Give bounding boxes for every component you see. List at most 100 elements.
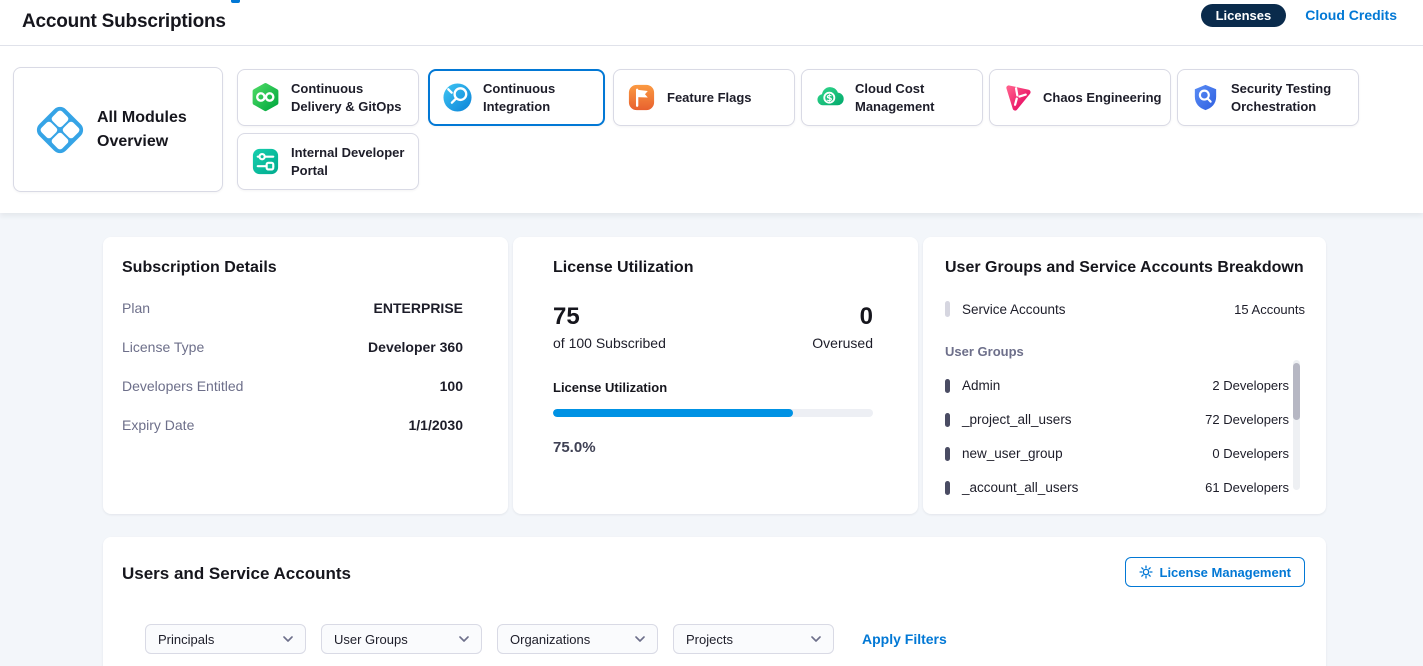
organizations-filter-dropdown[interactable]: Organizations [497,624,658,654]
user-group-value: 0 Developers [1212,446,1289,461]
apply-filters-link[interactable]: Apply Filters [862,631,947,647]
module-card-label: Chaos Engineering [1043,89,1169,107]
license-management-label: License Management [1160,565,1292,580]
used-column: 75 of 100 Subscribed [553,304,666,351]
license-utilization-bar-fill [553,409,793,417]
user-group-value: 72 Developers [1205,412,1289,427]
chevron-down-icon [635,636,645,642]
module-card-idp[interactable]: Internal Developer Portal [237,133,419,190]
detail-row-license-type: License Type Developer 360 [122,339,463,355]
filters-row: Principals User Groups Organizations Pro… [145,624,1305,654]
nav-active-indicator [231,0,240,3]
detail-row-developers-entitled: Developers Entitled 100 [122,378,463,394]
filter-label: Projects [686,632,733,647]
license-utilization-title: License Utilization [553,259,873,277]
license-utilization-bar [553,409,873,417]
module-card-label: Security Testing Orchestration [1231,80,1358,115]
service-accounts-row: Service Accounts 15 Accounts [945,301,1305,317]
utilization-numbers: 75 of 100 Subscribed 0 Overused [553,304,873,351]
service-accounts-value: 15 Accounts [1234,302,1305,317]
breakdown-card: User Groups and Service Accounts Breakdo… [923,237,1326,514]
module-card-label: Continuous Delivery & GitOps [291,80,418,115]
users-section-title: Users and Service Accounts [122,564,351,584]
module-card-chaos[interactable]: Chaos Engineering [989,69,1171,126]
detail-value: Developer 360 [368,339,463,355]
user-group-row: new_user_group 0 Developers [945,446,1305,461]
utilization-bar-label: License Utilization [553,380,873,395]
detail-value: ENTERPRISE [374,300,463,316]
users-and-service-accounts-card: Users and Service Accounts License Manag… [103,537,1326,666]
service-accounts-label: Service Accounts [962,302,1066,317]
detail-value: 100 [440,378,463,394]
page-title: Account Subscriptions [22,11,226,33]
chevron-down-icon [459,636,469,642]
breakdown-scrollbar-thumb[interactable] [1293,363,1300,420]
principals-filter-dropdown[interactable]: Principals [145,624,306,654]
chevron-down-icon [283,636,293,642]
overused-count: 0 [812,304,873,330]
user-group-row: _account_all_users 61 Developers [945,480,1305,495]
detail-row-expiry-date: Expiry Date 1/1/2030 [122,417,463,433]
module-selector-bar: All Modules Overview Continuous Delivery… [0,46,1423,213]
module-card-label: Internal Developer Portal [291,144,418,179]
subscription-details-card: Subscription Details Plan ENTERPRISE Lic… [103,237,508,514]
ci-module-icon [442,82,473,113]
user-group-name: _project_all_users [962,412,1072,427]
utilization-percent: 75.0% [553,439,873,456]
cd-module-icon [250,82,281,113]
module-card-ccm[interactable]: $ Cloud Cost Management [801,69,983,126]
detail-value: 1/1/2030 [409,417,464,433]
module-card-label: Feature Flags [667,89,760,107]
filter-label: User Groups [334,632,408,647]
users-section-header: Users and Service Accounts License Manag… [122,557,1305,587]
module-card-ff[interactable]: Feature Flags [613,69,795,126]
detail-label: Expiry Date [122,417,194,433]
user-group-row: Admin 2 Developers [945,378,1305,393]
feature-flags-module-icon [626,82,657,113]
gear-icon [1139,565,1153,579]
overused-caption: Overused [812,335,873,351]
module-card-sto[interactable]: Security Testing Orchestration [1177,69,1359,126]
filter-label: Organizations [510,632,590,647]
detail-row-plan: Plan ENTERPRISE [122,300,463,316]
used-count: 75 [553,304,666,330]
page-header: Account Subscriptions Licenses Cloud Cre… [0,0,1423,46]
chaos-module-icon [1002,82,1033,113]
module-card-label: Continuous Integration [483,80,603,115]
filter-label: Principals [158,632,214,647]
user-group-row: _project_all_users 72 Developers [945,412,1305,427]
license-management-button[interactable]: License Management [1125,557,1306,587]
harness-logo-icon [36,106,84,154]
projects-filter-dropdown[interactable]: Projects [673,624,834,654]
user-group-marker [945,413,950,427]
cloud-credits-tab[interactable]: Cloud Credits [1305,7,1397,23]
used-caption: of 100 Subscribed [553,335,666,351]
breakdown-scrollbar[interactable] [1293,360,1300,490]
module-card-label: Cloud Cost Management [855,80,982,115]
chevron-down-icon [811,636,821,642]
user-group-name: new_user_group [962,446,1063,461]
user-group-name: _account_all_users [962,480,1078,495]
subscription-details-title: Subscription Details [122,259,463,277]
user-group-marker [945,447,950,461]
user-groups-subheading: User Groups [945,344,1305,359]
service-accounts-marker [945,301,950,317]
cloud-cost-module-icon: $ [814,82,845,113]
module-card-cd[interactable]: Continuous Delivery & GitOps [237,69,419,126]
license-utilization-card: License Utilization 75 of 100 Subscribed… [513,237,918,514]
detail-label: License Type [122,339,204,355]
user-groups-filter-dropdown[interactable]: User Groups [321,624,482,654]
detail-label: Plan [122,300,150,316]
header-actions: Licenses Cloud Credits [1201,0,1397,30]
module-card-ci[interactable]: Continuous Integration [428,69,605,126]
internal-developer-portal-module-icon [250,146,281,177]
svg-text:$: $ [826,93,832,104]
licenses-tab[interactable]: Licenses [1201,4,1287,27]
all-modules-overview-label: All Modules Overview [97,106,197,152]
user-group-marker [945,481,950,495]
detail-label: Developers Entitled [122,378,243,394]
user-group-marker [945,379,950,393]
user-group-name: Admin [962,378,1000,393]
all-modules-overview-card[interactable]: All Modules Overview [13,67,223,192]
breakdown-title: User Groups and Service Accounts Breakdo… [945,259,1305,277]
